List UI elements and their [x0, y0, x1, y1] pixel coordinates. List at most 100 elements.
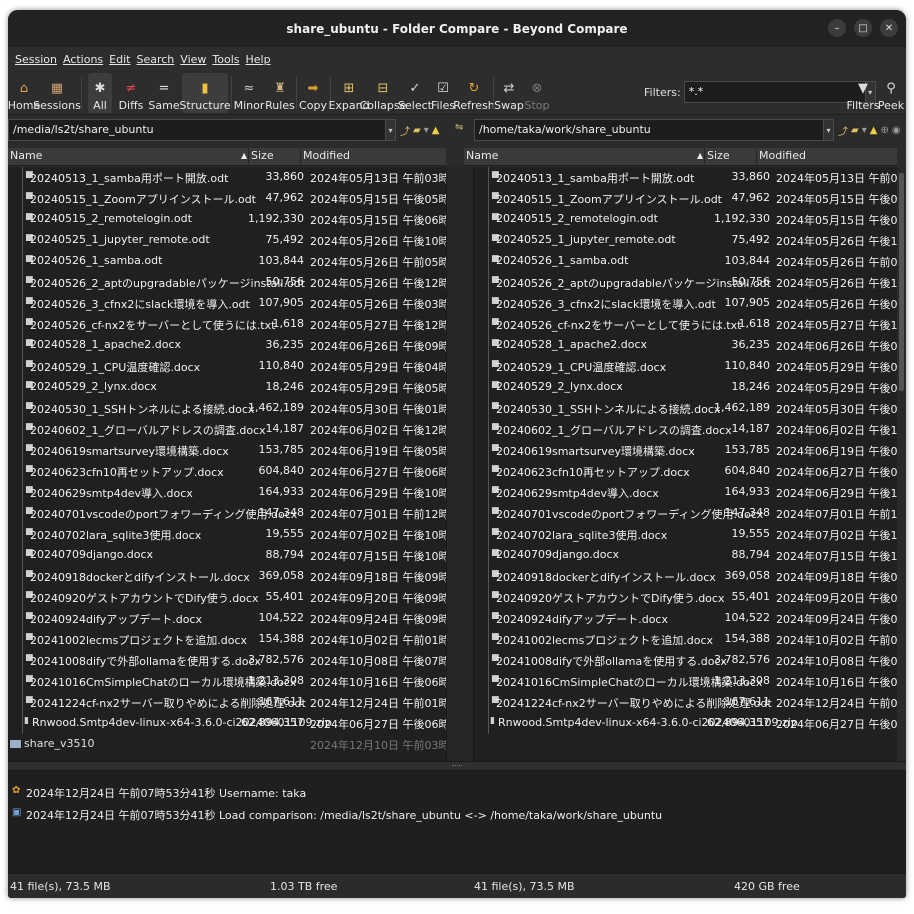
left-file-row[interactable]: ■ 20241008difyで外部ollamaを使用する.docx 3,782,57… — [8, 650, 446, 671]
menu-session[interactable]: Session — [12, 53, 60, 66]
left-file-row[interactable]: ■ 20240529_2_lynx.docx 18,246 2024年05月29日 午… — [8, 377, 446, 398]
right-file-row[interactable]: ■ 20241016CmSimpleChatのローカル環境構築.docx 1,213… — [474, 671, 897, 692]
left-file-row[interactable]: ■ 20240619smartsurvey環境構築.docx 153,785 2024… — [8, 440, 446, 461]
menu-edit[interactable]: Edit — [106, 53, 133, 66]
right-file-row[interactable]: ■ 20240526_2_aptのupgradableパッケージinstall.o… — [474, 272, 897, 293]
right-file-row[interactable]: ■ 20240528_1_apache2.docx 36,235 2024年06月26… — [474, 335, 897, 356]
left-file-row[interactable]: ■ 20240924difyアップデート.docx 104,522 2024年09月2… — [8, 608, 446, 629]
right-browse-folder-icon[interactable]: ▰ — [851, 125, 859, 136]
right-more-icon[interactable]: ◉ — [892, 125, 901, 136]
all-button[interactable]: ✱ All — [88, 73, 112, 113]
left-file-row[interactable]: ▮ Rnwood.Smtp4dev-linux-x64-3.6.0-ci20240… — [8, 713, 446, 734]
left-browse-dropdown-icon[interactable]: ▾ — [424, 125, 429, 136]
right-file-row[interactable]: ■ 20240513_1_samba用ポート開放.odt 33,860 2024年05… — [474, 167, 897, 188]
maximize-button[interactable]: □ — [854, 19, 872, 37]
right-path-dropdown[interactable]: ▾ — [824, 119, 834, 141]
left-size-header[interactable]: Size — [251, 149, 274, 162]
left-file-row[interactable]: ■ 20240526_1_samba.odt 103,844 2024年05月26日 … — [8, 251, 446, 272]
refresh-button[interactable]: ↻ Refresh — [453, 73, 495, 113]
minor-button[interactable]: ≈ Minor — [234, 73, 265, 113]
left-file-row[interactable]: ■ 20240529_1_CPU温度確認.docx 110,840 2024年05月2… — [8, 356, 446, 377]
left-file-row[interactable]: ■ 20240515_2_remotelogin.odt 1,192,330 2024… — [8, 209, 446, 230]
right-name-header[interactable]: Name — [466, 149, 498, 162]
left-file-row[interactable]: ■ 20240918dockerとdifyインストール.docx 369,058 20… — [8, 566, 446, 587]
left-file-row[interactable]: ■ 20241224cf-nx2サーバー取りやめによる削除処理.odt 167,61… — [8, 692, 446, 713]
left-file-row[interactable]: ■ 20240623cfn10再セットアップ.docx 604,840 2024年06… — [8, 461, 446, 482]
right-file-row[interactable]: ■ 20240623cfn10再セットアップ.docx 604,840 2024年06… — [474, 461, 897, 482]
sessions-button[interactable]: ▦ Sessions — [33, 73, 81, 113]
menu-actions[interactable]: Actions — [60, 53, 106, 66]
right-file-row[interactable]: ■ 20240526_3_cfnx2にslack環境を導入.odt 107,905 2… — [474, 293, 897, 314]
right-file-row[interactable]: ■ 20240918dockerとdifyインストール.docx 369,058 20… — [474, 566, 897, 587]
right-file-row[interactable]: ■ 20240515_1_Zoomアプリインストール.odt 47,962 2024年… — [474, 188, 897, 209]
filters-button[interactable]: ▼ Filters — [847, 73, 880, 113]
right-file-row[interactable]: ■ 20240701vscodeのportフォワーディング使用.docx 147,3… — [474, 503, 897, 524]
right-file-row[interactable]: ■ 20240529_1_CPU温度確認.docx 110,840 2024年05月2… — [474, 356, 897, 377]
right-modified-header[interactable]: Modified — [759, 149, 806, 162]
right-file-row[interactable]: ■ 20241002lecmsプロジェクトを追加.docx 154,388 2024年… — [474, 629, 897, 650]
right-file-row[interactable]: ■ 20240602_1_グローバルアドレスの調査.docx 14,187 2024年… — [474, 419, 897, 440]
menu-tools[interactable]: Tools — [209, 53, 242, 66]
menu-search[interactable]: Search — [133, 53, 177, 66]
left-file-row[interactable]: ■ 20240526_2_aptのupgradableパッケージinstall.o… — [8, 272, 446, 293]
rules-button[interactable]: ♜ Rules — [265, 73, 295, 113]
right-file-row[interactable]: ■ 20240529_2_lynx.docx 18,246 2024年05月29日 午… — [474, 377, 897, 398]
right-up-folder-icon[interactable]: ⤴ — [838, 123, 848, 138]
right-history-icon[interactable]: ⊕ — [880, 125, 888, 136]
left-file-row[interactable]: ■ 20240602_1_グローバルアドレスの調査.docx 14,187 2024年… — [8, 419, 446, 440]
copy-button[interactable]: ➡ Copy — [299, 73, 327, 113]
right-file-row[interactable]: ■ 20240920ゲストアカウントでDify使う.docx 55,401 2024年… — [474, 587, 897, 608]
left-file-row[interactable]: ■ 20241016CmSimpleChatのローカル環境構築.docx 1,213… — [8, 671, 446, 692]
right-size-header[interactable]: Size — [707, 149, 730, 162]
left-path-dropdown[interactable]: ▾ — [386, 119, 396, 141]
minimize-button[interactable]: – — [828, 19, 846, 37]
right-file-row[interactable]: ■ 20240924difyアップデート.docx 104,522 2024年09月2… — [474, 608, 897, 629]
menu-view[interactable]: View — [177, 53, 209, 66]
sort-ascending-icon[interactable]: ▲ — [697, 151, 703, 160]
right-file-row[interactable]: ■ 20240619smartsurvey環境構築.docx 153,785 2024… — [474, 440, 897, 461]
structure-button[interactable]: ▮ Structure — [179, 73, 231, 113]
stop-button[interactable]: ⊗ Stop — [525, 73, 550, 113]
swap-button[interactable]: ⇄ Swap — [494, 73, 524, 113]
menu-help[interactable]: Help — [243, 53, 274, 66]
right-up-arrow-icon[interactable]: ▲ — [870, 125, 878, 136]
left-file-row[interactable]: ■ 20240629smtp4dev導入.docx 164,933 2024年06月2… — [8, 482, 446, 503]
left-file-row[interactable]: ■ 20240709django.docx 88,794 2024年07月15日 午後… — [8, 545, 446, 566]
right-file-row[interactable]: ■ 20241224cf-nx2サーバー取りやめによる削除処理.odt 167,61… — [474, 692, 897, 713]
left-modified-header[interactable]: Modified — [303, 149, 350, 162]
vertical-scrollbar[interactable] — [897, 167, 906, 761]
same-button[interactable]: = Same — [148, 73, 179, 113]
sort-ascending-icon[interactable]: ▲ — [241, 151, 247, 160]
peek-button[interactable]: ⚲ Peek — [878, 73, 904, 113]
left-file-row[interactable]: ■ 20241002lecmsプロジェクトを追加.docx 154,388 2024年… — [8, 629, 446, 650]
sync-folders-icon[interactable]: ⇋ — [455, 122, 463, 133]
right-file-row[interactable]: ■ 20240515_2_remotelogin.odt 1,192,330 2024… — [474, 209, 897, 230]
log-splitter[interactable] — [8, 761, 906, 771]
right-file-row[interactable]: ■ 20240629smtp4dev導入.docx 164,933 2024年06月2… — [474, 482, 897, 503]
right-file-row[interactable]: ▮ Rnwood.Smtp4dev-linux-x64-3.6.0-ci20240… — [474, 713, 897, 734]
right-file-row[interactable]: ■ 20240709django.docx 88,794 2024年07月15日 午後… — [474, 545, 897, 566]
right-file-row[interactable]: ■ 20240526_1_samba.odt 103,844 2024年05月26日 … — [474, 251, 897, 272]
close-button[interactable]: ✕ — [880, 19, 898, 37]
left-file-row[interactable]: ■ 20240702lara_sqlite3使用.docx 19,555 2024年0… — [8, 524, 446, 545]
right-file-row[interactable]: ■ 20241008difyで外部ollamaを使用する.docx 3,782,57… — [474, 650, 897, 671]
left-up-folder-icon[interactable]: ⤴ — [400, 123, 410, 138]
left-path-input[interactable]: /media/ls2t/share_ubuntu — [8, 119, 386, 141]
right-path-input[interactable]: /home/taka/work/share_ubuntu — [474, 119, 824, 141]
left-up-arrow-icon[interactable]: ▲ — [432, 125, 440, 136]
right-browse-dropdown-icon[interactable]: ▾ — [862, 125, 867, 136]
left-file-row[interactable]: ■ 20240513_1_samba用ポート開放.odt 33,860 2024年05… — [8, 167, 446, 188]
left-name-header[interactable]: Name — [10, 149, 42, 162]
collapse-button[interactable]: ⊟ Collapse — [360, 73, 407, 113]
files-button[interactable]: ☑ Files — [431, 73, 455, 113]
select-button[interactable]: ✓ Select — [398, 73, 432, 113]
diffs-button[interactable]: ≠ Diffs — [116, 73, 146, 113]
left-browse-folder-icon[interactable]: ▰ — [413, 125, 421, 136]
right-file-row[interactable]: ■ 20240525_1_jupyter_remote.odt 75,492 2024… — [474, 230, 897, 251]
left-file-row[interactable]: ■ 20240530_1_SSHトンネルによる接続.docx 1,462,189 20… — [8, 398, 446, 419]
left-file-pane[interactable]: ■ 20240513_1_samba用ポート開放.odt 33,860 2024年05… — [8, 167, 446, 761]
right-file-row[interactable]: ■ 20240702lara_sqlite3使用.docx 19,555 2024年0… — [474, 524, 897, 545]
left-file-row[interactable]: ■ 20240701vscodeのportフォワーディング使用.docx 147,3… — [8, 503, 446, 524]
left-file-row[interactable]: ■ 20240525_1_jupyter_remote.odt 75,492 2024… — [8, 230, 446, 251]
right-file-pane[interactable]: ■ 20240513_1_samba用ポート開放.odt 33,860 2024年05… — [474, 167, 897, 761]
